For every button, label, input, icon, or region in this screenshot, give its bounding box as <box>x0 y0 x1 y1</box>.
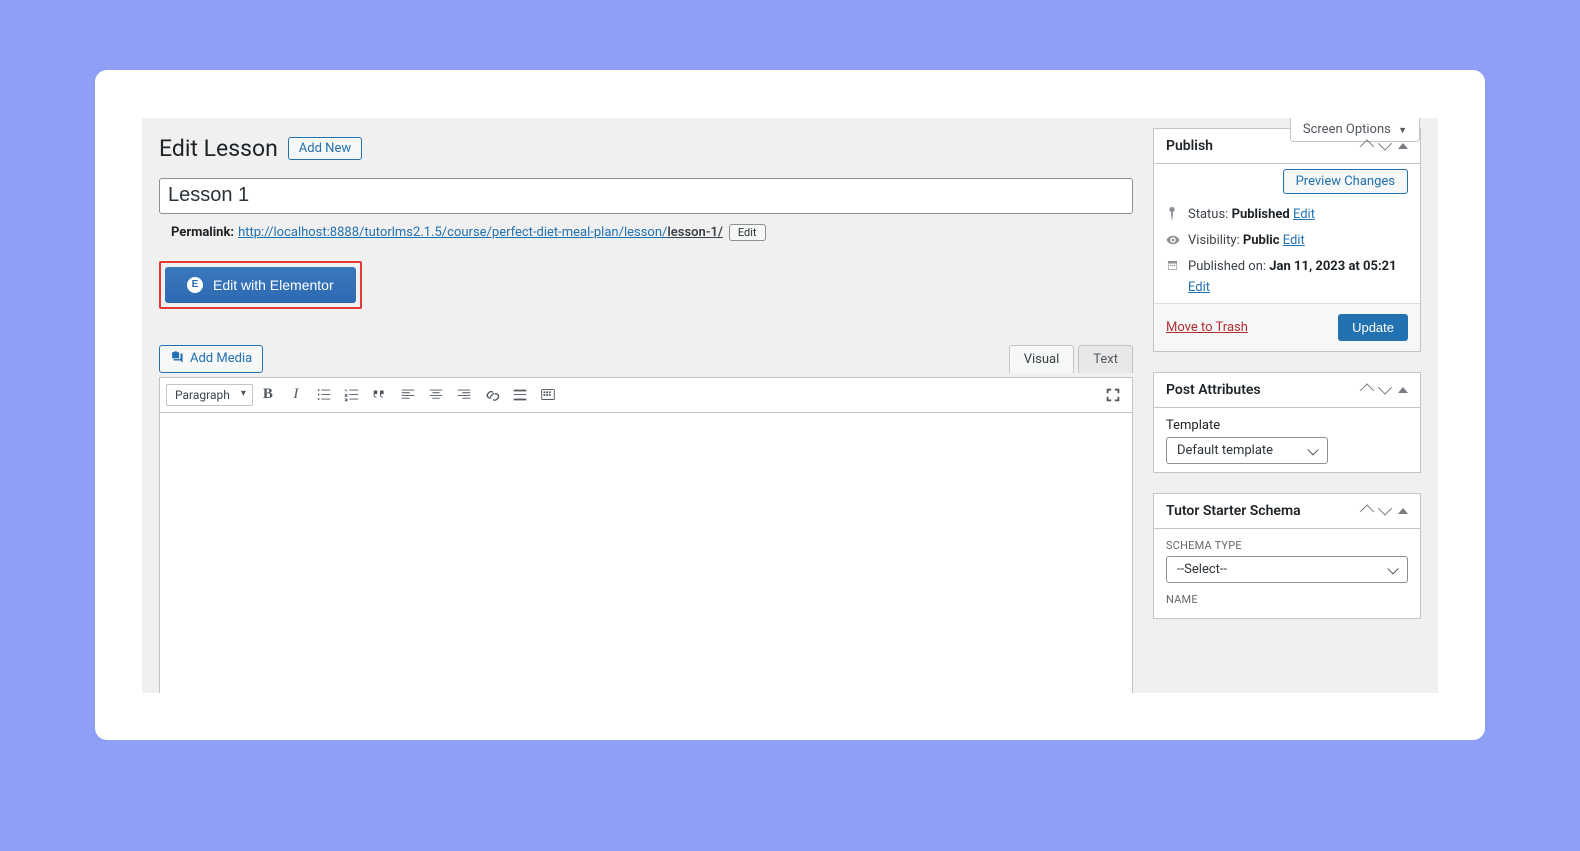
schema-type-label: SCHEMA TYPE <box>1166 539 1408 552</box>
fullscreen-button[interactable] <box>1100 382 1126 408</box>
publish-box-body: Preview Changes Status: Published Edit <box>1154 164 1420 303</box>
format-select[interactable]: Paragraph <box>166 384 253 406</box>
schema-name-label: NAME <box>1166 593 1408 606</box>
move-to-trash-link[interactable]: Move to Trash <box>1166 320 1248 335</box>
sidebar: Publish Preview Changes <box>1153 128 1421 693</box>
permalink-link[interactable]: http://localhost:8888/tutorlms2.1.5/cour… <box>238 225 723 240</box>
chevron-down-icon: ▼ <box>1398 126 1407 136</box>
align-left-button[interactable] <box>395 382 421 408</box>
move-down-icon[interactable] <box>1380 384 1390 397</box>
publish-box-footer: Move to Trash Update <box>1154 303 1420 351</box>
published-edit-link[interactable]: Edit <box>1188 280 1210 295</box>
editor-top: Add Media Visual Text <box>159 345 1133 373</box>
move-down-icon[interactable] <box>1380 140 1390 153</box>
tab-text[interactable]: Text <box>1078 345 1133 373</box>
elementor-highlight: E Edit with Elementor <box>159 261 362 309</box>
unordered-list-button[interactable] <box>311 382 337 408</box>
status-value: Published <box>1232 207 1290 222</box>
published-value: Jan 11, 2023 at 05:21 <box>1269 259 1396 274</box>
schema-title: Tutor Starter Schema <box>1166 503 1301 519</box>
align-right-button[interactable] <box>451 382 477 408</box>
align-center-button[interactable] <box>423 382 449 408</box>
schema-box: Tutor Starter Schema SCHEMA TYPE --Selec… <box>1153 493 1421 619</box>
link-button[interactable] <box>479 382 505 408</box>
move-down-icon[interactable] <box>1380 505 1390 518</box>
move-up-icon[interactable] <box>1362 505 1372 518</box>
add-media-label: Add Media <box>190 351 252 366</box>
elementor-button-label: Edit with Elementor <box>213 277 334 293</box>
bold-button[interactable]: B <box>255 382 281 408</box>
calendar-icon <box>1166 259 1180 276</box>
permalink-base: http://localhost:8888/tutorlms2.1.5/cour… <box>238 225 667 240</box>
blockquote-button[interactable] <box>367 382 393 408</box>
media-icon <box>170 350 184 368</box>
permalink-row: Permalink: http://localhost:8888/tutorlm… <box>159 214 1133 241</box>
screen-options-label: Screen Options <box>1303 122 1391 137</box>
lesson-title-input[interactable] <box>159 178 1133 214</box>
publish-title: Publish <box>1166 138 1213 154</box>
content-wrap: Edit Lesson Add New Permalink: http://lo… <box>142 118 1438 693</box>
tab-visual[interactable]: Visual <box>1009 345 1075 373</box>
permalink-label: Permalink: <box>171 225 234 240</box>
visibility-value: Public <box>1243 233 1280 248</box>
post-attributes-title: Post Attributes <box>1166 382 1261 398</box>
editor-toolbar: Paragraph B I <box>159 377 1133 413</box>
preview-changes-button[interactable]: Preview Changes <box>1283 169 1408 194</box>
post-attributes-box: Post Attributes Template Default templat… <box>1153 372 1421 473</box>
publish-box: Publish Preview Changes <box>1153 128 1421 352</box>
add-new-button[interactable]: Add New <box>288 137 362 160</box>
visibility-edit-link[interactable]: Edit <box>1283 233 1305 248</box>
edit-with-elementor-button[interactable]: E Edit with Elementor <box>165 267 356 303</box>
preview-row: Preview Changes <box>1166 174 1408 189</box>
italic-button[interactable]: I <box>283 382 309 408</box>
status-label: Status: <box>1188 207 1228 222</box>
template-label: Template <box>1166 418 1408 433</box>
editor-content-area[interactable] <box>159 413 1133 693</box>
permalink-edit-button[interactable]: Edit <box>729 224 766 241</box>
ordered-list-button[interactable] <box>339 382 365 408</box>
schema-type-select[interactable]: --Select-- <box>1166 556 1408 583</box>
readmore-button[interactable] <box>507 382 533 408</box>
toggle-icon[interactable] <box>1398 505 1408 518</box>
toggle-icon[interactable] <box>1398 384 1408 397</box>
toolbar-toggle-button[interactable] <box>535 382 561 408</box>
app-frame: Screen Options ▼ Edit Lesson Add New Per… <box>95 70 1485 740</box>
schema-header: Tutor Starter Schema <box>1154 494 1420 529</box>
editor-tabs: Visual Text <box>1005 345 1133 373</box>
status-edit-link[interactable]: Edit <box>1293 207 1315 222</box>
permalink-slug: lesson-1/ <box>667 225 723 240</box>
schema-body: SCHEMA TYPE --Select-- NAME <box>1154 529 1420 618</box>
visibility-line: Visibility: Public Edit <box>1166 229 1408 255</box>
published-label: Published on: <box>1188 259 1266 274</box>
pin-icon <box>1166 207 1180 225</box>
post-attributes-header: Post Attributes <box>1154 373 1420 408</box>
move-up-icon[interactable] <box>1362 384 1372 397</box>
visibility-label: Visibility: <box>1188 233 1240 248</box>
elementor-icon: E <box>187 277 203 293</box>
main-column: Edit Lesson Add New Permalink: http://lo… <box>159 128 1133 693</box>
published-line: Published on: Jan 11, 2023 at 05:21 <box>1166 255 1408 280</box>
editor-wrap: Add Media Visual Text Paragraph B I <box>159 345 1133 693</box>
update-button[interactable]: Update <box>1338 314 1408 341</box>
post-attributes-body: Template Default template <box>1154 408 1420 472</box>
add-media-button[interactable]: Add Media <box>159 345 263 373</box>
page-title: Edit Lesson <box>159 134 278 164</box>
page-header: Edit Lesson Add New <box>159 128 1133 178</box>
eye-icon <box>1166 233 1180 251</box>
template-select[interactable]: Default template <box>1166 437 1328 464</box>
screen-options-button[interactable]: Screen Options ▼ <box>1290 118 1420 142</box>
post-attributes-controls <box>1362 384 1408 397</box>
admin-body: Screen Options ▼ Edit Lesson Add New Per… <box>142 118 1438 693</box>
schema-controls <box>1362 505 1408 518</box>
status-line: Status: Published Edit <box>1166 203 1408 229</box>
